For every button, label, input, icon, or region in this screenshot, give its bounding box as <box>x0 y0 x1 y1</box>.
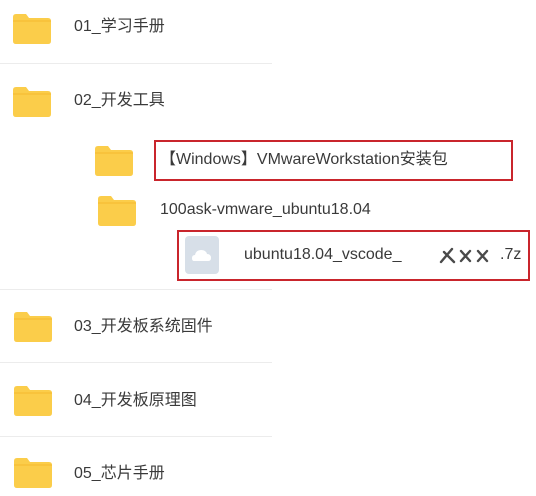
folder-icon <box>96 193 138 227</box>
folder-icon <box>11 11 53 45</box>
folder-icon <box>93 143 135 177</box>
folder-label-chip-manual[interactable]: 05_芯片手册 <box>74 464 165 484</box>
file-label-suffix[interactable]: .7z <box>500 245 521 265</box>
row-divider <box>0 436 272 437</box>
folder-label-study-manual[interactable]: 01_学习手册 <box>74 17 165 37</box>
row-divider <box>0 362 272 363</box>
row-divider <box>0 289 272 290</box>
folder-label-ubuntu-vm[interactable]: 100ask-vmware_ubuntu18.04 <box>160 200 371 220</box>
file-tree-panel: 01_学习手册 02_开发工具 【Windows】VMwareWorkstati… <box>0 0 536 496</box>
folder-icon <box>12 309 54 343</box>
row-divider <box>0 63 272 64</box>
file-label-prefix[interactable]: ubuntu18.04_vscode_ <box>244 245 401 265</box>
folder-icon <box>12 455 54 489</box>
folder-icon <box>11 84 53 118</box>
folder-icon <box>12 383 54 417</box>
folder-label-board-schematics[interactable]: 04_开发板原理图 <box>74 391 197 411</box>
folder-label-vmware-installer[interactable]: 【Windows】VMwareWorkstation安装包 <box>160 150 448 170</box>
cloud-file-icon <box>184 235 222 275</box>
folder-label-dev-tools[interactable]: 02_开发工具 <box>74 91 165 111</box>
folder-label-board-firmware[interactable]: 03_开发板系统固件 <box>74 317 213 337</box>
scribble-redaction <box>438 244 498 271</box>
